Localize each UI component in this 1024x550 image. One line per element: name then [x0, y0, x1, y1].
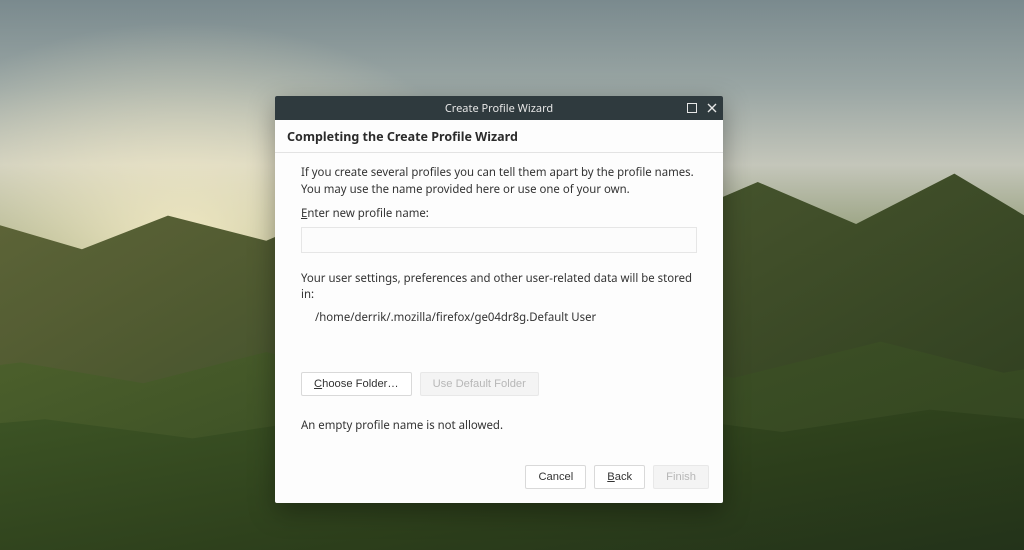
cancel-button[interactable]: Cancel — [525, 465, 586, 489]
storage-path: /home/derrik/.mozilla/firefox/ge04dr8g.D… — [315, 310, 697, 327]
window-title: Create Profile Wizard — [445, 101, 553, 116]
wizard-footer: Cancel Back Finish — [275, 465, 723, 503]
create-profile-wizard-window: Create Profile Wizard Completing the Cre… — [275, 96, 723, 503]
maximize-icon[interactable] — [685, 101, 699, 115]
window-titlebar[interactable]: Create Profile Wizard — [275, 96, 723, 120]
wizard-body: If you create several profiles you can t… — [275, 153, 723, 465]
intro-text: If you create several profiles you can t… — [301, 165, 697, 198]
use-default-folder-button: Use Default Folder — [420, 372, 539, 396]
finish-button: Finish — [653, 465, 709, 489]
window-controls — [685, 96, 719, 120]
error-message: An empty profile name is not allowed. — [301, 418, 697, 435]
back-button[interactable]: Back — [594, 465, 645, 489]
wizard-heading: Completing the Create Profile Wizard — [275, 120, 723, 153]
folder-buttons: Choose Folder… Use Default Folder — [301, 372, 697, 396]
close-icon[interactable] — [705, 101, 719, 115]
desktop-wallpaper: Create Profile Wizard Completing the Cre… — [0, 0, 1024, 550]
storage-message: Your user settings, preferences and othe… — [301, 271, 697, 304]
profile-name-input[interactable] — [301, 227, 697, 253]
profile-name-label: Enter new profile name: — [301, 206, 697, 223]
choose-folder-button[interactable]: Choose Folder… — [301, 372, 412, 396]
